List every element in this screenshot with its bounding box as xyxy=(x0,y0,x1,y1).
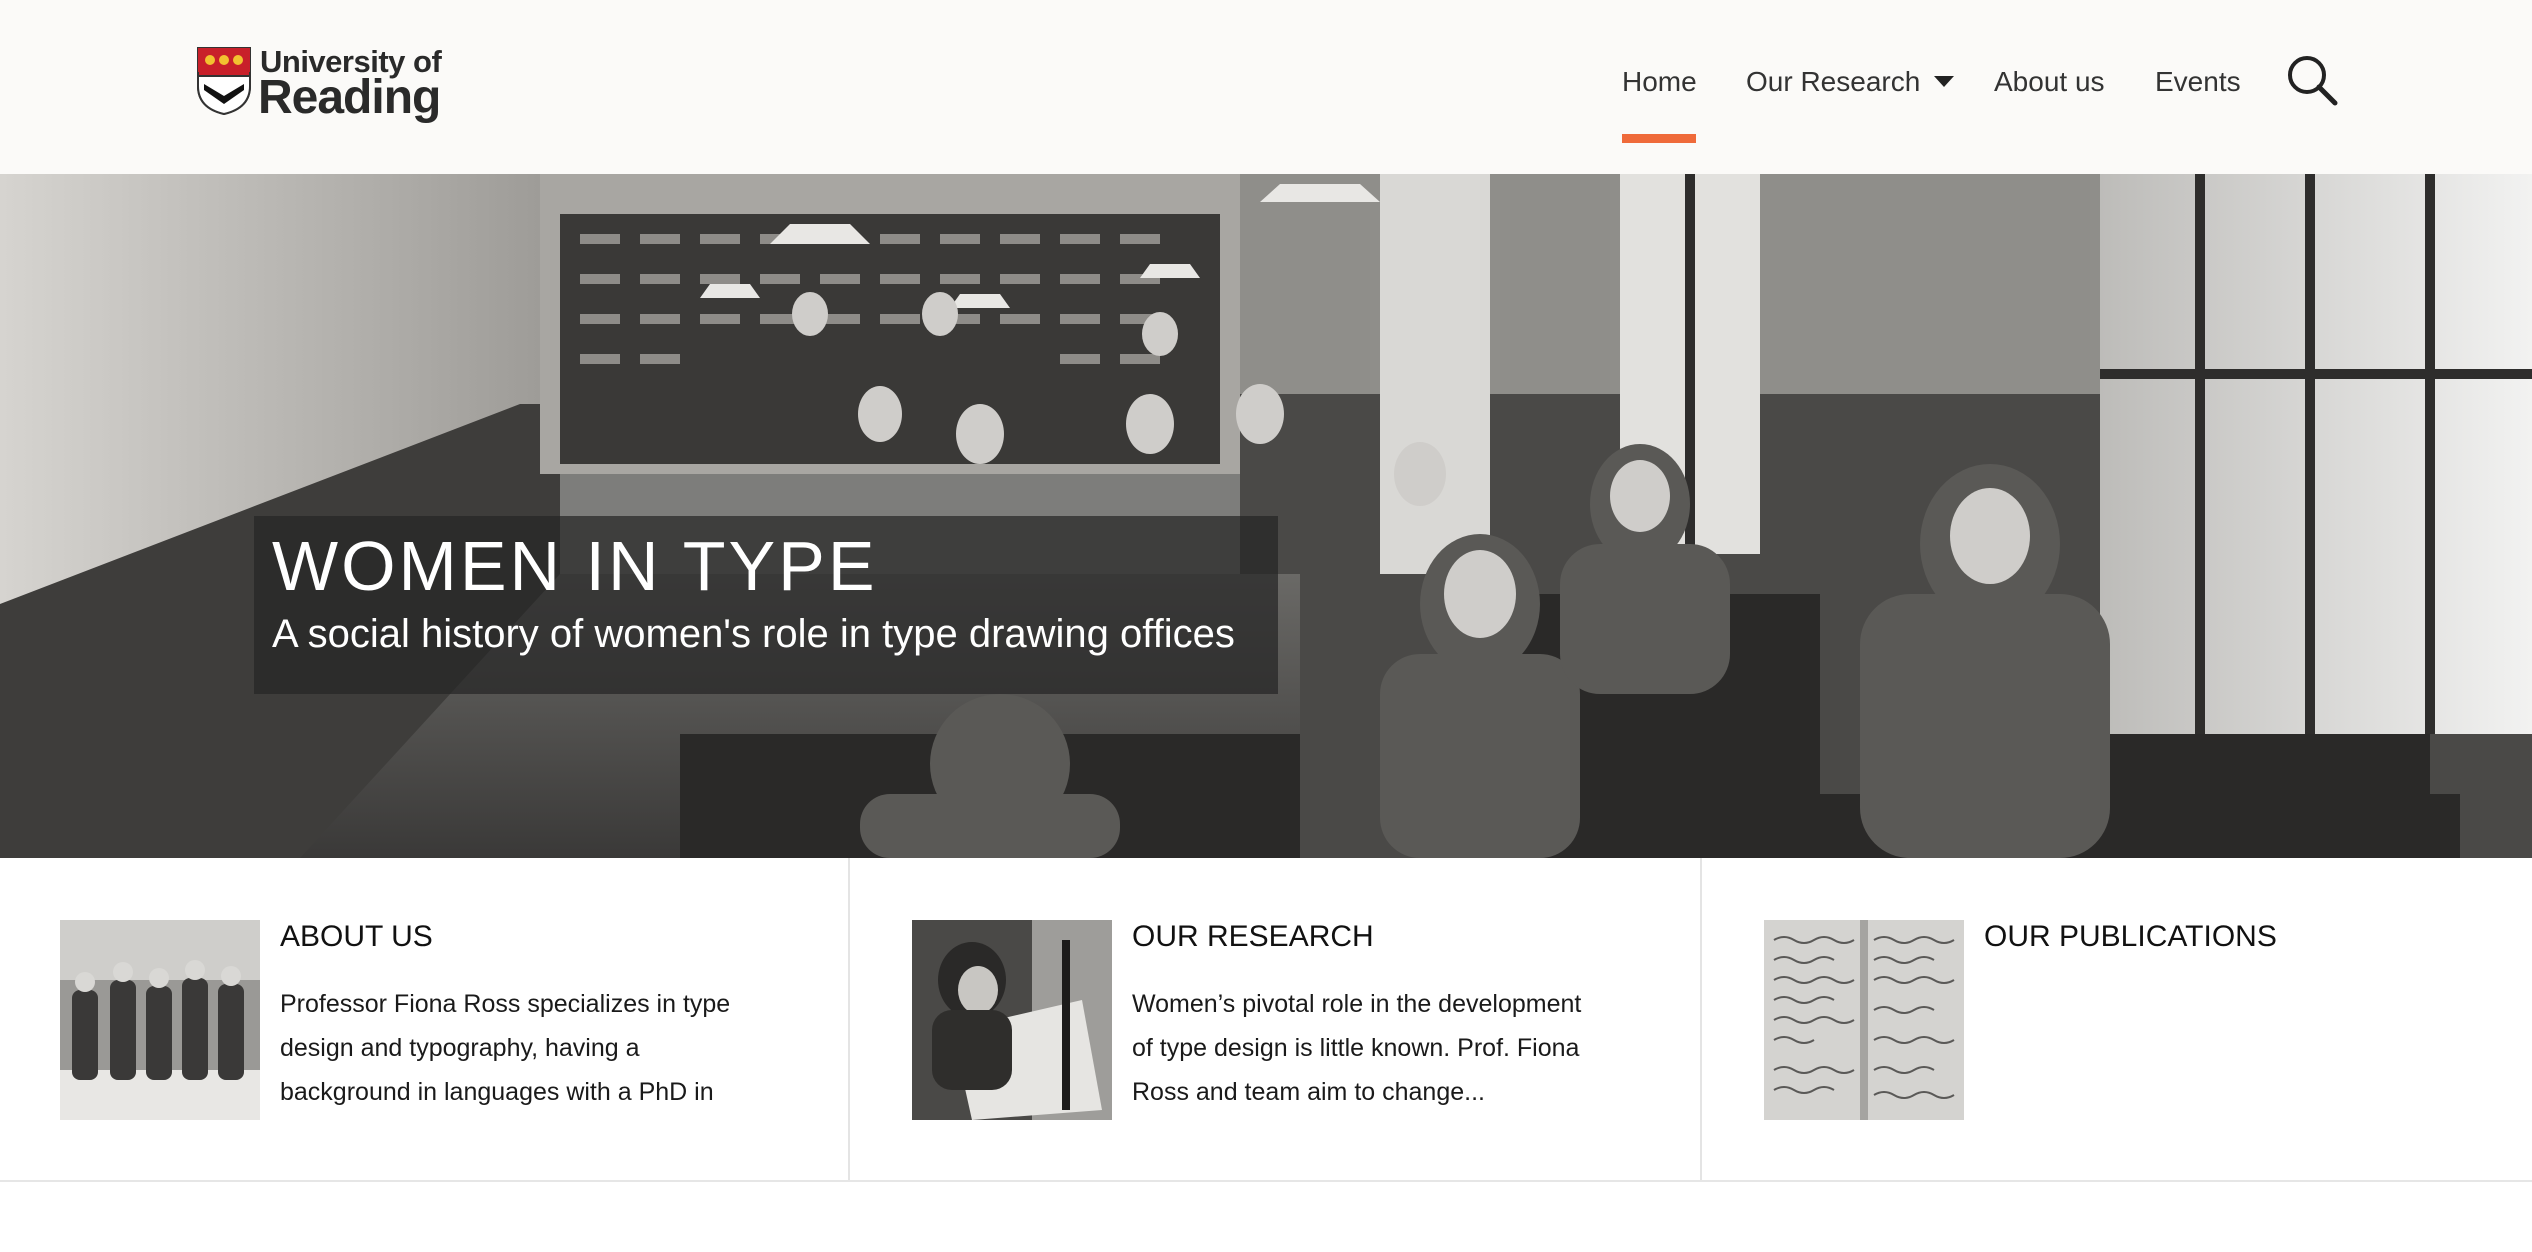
card-our-research[interactable]: OUR RESEARCH Women’s pivotal role in the… xyxy=(850,858,1700,1180)
caret-down-icon[interactable] xyxy=(1934,76,1954,87)
nav-home[interactable]: Home xyxy=(1622,66,1697,98)
university-logo[interactable]: University of Reading xyxy=(196,44,442,124)
our-research-thumbnail[interactable] xyxy=(912,920,1112,1120)
search-icon[interactable] xyxy=(2286,54,2338,106)
hero-title: WOMEN IN TYPE xyxy=(272,527,878,605)
active-nav-indicator xyxy=(1622,134,1696,143)
nav-our-research[interactable]: Our Research xyxy=(1746,66,1920,98)
cards-bottom-border xyxy=(0,1180,2532,1182)
our-publications-title[interactable]: OUR PUBLICATIONS xyxy=(1984,920,2277,954)
hero-banner xyxy=(0,174,2532,858)
card-our-publications[interactable]: OUR PUBLICATIONS xyxy=(1702,858,2532,1180)
about-us-text: Professor Fiona Ross specializes in type… xyxy=(280,990,731,1106)
nav-events[interactable]: Events xyxy=(2155,66,2241,98)
feature-cards: ABOUT US Professor Fiona Ross specialize… xyxy=(0,858,2532,1182)
hero-subtitle: A social history of women's role in type… xyxy=(272,612,1235,656)
logo-text-line2: Reading xyxy=(258,71,441,124)
about-us-title[interactable]: ABOUT US xyxy=(280,920,433,954)
our-publications-thumbnail[interactable] xyxy=(1764,920,1964,1120)
nav-about-us[interactable]: About us xyxy=(1994,66,2105,98)
our-research-title[interactable]: OUR RESEARCH xyxy=(1132,920,1374,954)
our-research-text: Women’s pivotal role in the development … xyxy=(1132,990,1582,1106)
card-about-us[interactable]: ABOUT US Professor Fiona Ross specialize… xyxy=(0,858,848,1180)
about-us-thumbnail[interactable] xyxy=(60,920,260,1120)
crest-icon xyxy=(197,47,251,116)
site-header: University of Reading Home Our Research … xyxy=(0,0,2532,174)
